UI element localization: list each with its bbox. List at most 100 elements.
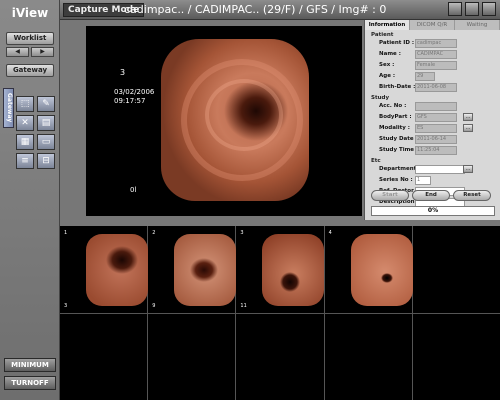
overlay-date: 03/02/2006 bbox=[114, 88, 155, 96]
monitor-icon[interactable]: ▭ bbox=[37, 134, 55, 150]
patient-id-label: Patient ID : bbox=[379, 40, 415, 46]
endoscopy-image bbox=[161, 39, 309, 201]
turnoff-button[interactable]: TURNOFF bbox=[4, 376, 56, 390]
name-row: Name : CADIMPAC bbox=[365, 49, 500, 60]
window-controls bbox=[448, 2, 496, 16]
study-time-field[interactable]: 11:25:04 bbox=[415, 146, 457, 155]
end-button[interactable]: End bbox=[412, 190, 450, 201]
thumbnail-image bbox=[350, 234, 413, 306]
thumbnail-image bbox=[174, 234, 237, 306]
tab-information[interactable]: Information bbox=[365, 20, 410, 30]
tab-dicom-qr[interactable]: DICOM Q/R bbox=[410, 20, 455, 30]
acc-no-row: Acc. No : bbox=[365, 101, 500, 112]
modality-more-button[interactable]: … bbox=[463, 124, 473, 132]
info-panel: Information DICOM Q/R Waiting Patient Pa… bbox=[364, 20, 500, 220]
body-part-row: BodyPart : GFS … bbox=[365, 112, 500, 123]
study-time-label: Study Time : bbox=[379, 147, 419, 153]
birth-date-field[interactable]: 2011-06-08 bbox=[415, 83, 457, 92]
worklist-nav: ◀ ▶ bbox=[6, 47, 54, 57]
worklist-button[interactable]: Worklist bbox=[6, 32, 54, 45]
birth-date-label: Birth-Date : bbox=[379, 84, 416, 90]
thumbnail-index: 3 bbox=[240, 230, 244, 236]
birth-date-row: Birth-Date : 2011-06-08 bbox=[365, 82, 500, 93]
start-button[interactable]: Start bbox=[371, 190, 409, 201]
name-field[interactable]: CADIMPAC bbox=[415, 50, 457, 59]
sex-label: Sex : bbox=[379, 62, 395, 68]
layout-single-icon[interactable] bbox=[448, 2, 462, 16]
app-window: iView Worklist ◀ ▶ Gateway Gateway ⬚ ✎ ✕… bbox=[0, 0, 500, 400]
body-part-more-button[interactable]: … bbox=[463, 113, 473, 121]
document-icon[interactable]: ▤ bbox=[37, 115, 55, 131]
tab-waiting[interactable]: Waiting bbox=[455, 20, 500, 30]
slider-icon[interactable]: ⊟ bbox=[37, 153, 55, 169]
layers-icon[interactable]: ≡ bbox=[16, 153, 34, 169]
study-date-label: Study Date : bbox=[379, 136, 418, 142]
left-sidebar: iView Worklist ◀ ▶ Gateway Gateway ⬚ ✎ ✕… bbox=[0, 0, 60, 400]
pen-tool-icon[interactable]: ✎ bbox=[37, 96, 55, 112]
empty-thumbnail-cell[interactable] bbox=[236, 314, 324, 400]
patient-id-field[interactable]: cadimpac bbox=[415, 39, 457, 48]
thumbnail-grid: 1 3 2 9 3 11 4 bbox=[60, 226, 500, 400]
progress-label: 0% bbox=[427, 207, 439, 214]
sex-select[interactable]: Female bbox=[415, 61, 457, 70]
age-label: Age : bbox=[379, 73, 396, 79]
name-label: Name : bbox=[379, 51, 401, 57]
prev-arrow-icon[interactable]: ◀ bbox=[6, 47, 29, 57]
gateway-tab[interactable]: Gateway bbox=[3, 88, 14, 128]
thumbnail-index: 2 bbox=[152, 230, 156, 236]
thumbnail-number: 9 bbox=[152, 303, 156, 309]
overlay-index: 3 bbox=[120, 68, 126, 77]
thumbnail-cell[interactable]: 4 bbox=[324, 226, 413, 313]
study-date-row: Study Date : 2011-06-14 bbox=[365, 134, 500, 145]
capture-progress: 0% bbox=[371, 206, 495, 216]
thumbnail-index: 1 bbox=[64, 230, 68, 236]
department-more-button[interactable]: … bbox=[463, 165, 473, 173]
thumbnail-cell[interactable]: 2 9 bbox=[148, 226, 237, 313]
overlay-marker: 0l bbox=[130, 186, 137, 194]
study-time-row: Study Time : 11:25:04 bbox=[365, 145, 500, 156]
thumbnail-number: 11 bbox=[240, 303, 247, 309]
app-logo: iView bbox=[11, 6, 49, 20]
series-no-field[interactable]: 1 bbox=[415, 176, 431, 185]
next-arrow-icon[interactable]: ▶ bbox=[31, 47, 54, 57]
header-bar: Capture Mode cadimpac.. / CADIMPAC.. (29… bbox=[60, 0, 500, 20]
gateway-button[interactable]: Gateway bbox=[6, 64, 54, 77]
empty-thumbnail-cell[interactable] bbox=[148, 314, 236, 400]
age-row: Age : 29 bbox=[365, 71, 500, 82]
minimum-button[interactable]: MINIMUM bbox=[4, 358, 56, 372]
thumbnail-image bbox=[86, 234, 148, 306]
reset-button[interactable]: Reset bbox=[453, 190, 491, 201]
series-no-label: Series No : bbox=[379, 177, 413, 183]
select-tool-icon[interactable]: ⬚ bbox=[16, 96, 34, 112]
sex-row: Sex : Female bbox=[365, 60, 500, 71]
thumbnail-image bbox=[262, 234, 325, 306]
department-select[interactable] bbox=[415, 165, 465, 174]
empty-thumbnail-cell[interactable] bbox=[412, 226, 500, 313]
thumbnail-cell[interactable]: 1 3 bbox=[60, 226, 148, 313]
delete-icon[interactable]: ✕ bbox=[16, 115, 34, 131]
study-date-field[interactable]: 2011-06-14 bbox=[415, 135, 457, 144]
thumbnail-number: 3 bbox=[64, 303, 68, 309]
layout-grid-icon[interactable] bbox=[482, 2, 496, 16]
modality-label: Modality : bbox=[379, 125, 410, 131]
body-part-label: BodyPart : bbox=[379, 114, 412, 120]
age-field[interactable]: 29 bbox=[415, 72, 435, 81]
overlay-time: 09:17:57 bbox=[114, 97, 146, 105]
layout-split-icon[interactable] bbox=[465, 2, 479, 16]
panel-tabs: Information DICOM Q/R Waiting bbox=[365, 20, 500, 30]
patient-id-row: Patient ID : cadimpac bbox=[365, 38, 500, 49]
empty-thumbnail-cell[interactable] bbox=[324, 314, 412, 400]
series-no-row: Series No : 1 bbox=[365, 175, 500, 186]
thumbnail-cell[interactable]: 3 11 bbox=[236, 226, 325, 313]
acc-no-label: Acc. No : bbox=[379, 103, 407, 109]
empty-thumbnail-cell[interactable] bbox=[412, 314, 500, 400]
modality-row: Modality : ES … bbox=[365, 123, 500, 134]
page-title: cadimpac.. / CADIMPAC.. (29/F) / GFS / I… bbox=[124, 3, 387, 16]
body-part-select[interactable]: GFS bbox=[415, 113, 457, 122]
department-row: Department : … bbox=[365, 164, 500, 175]
main-image-viewer[interactable]: 3 03/02/2006 09:17:57 0l bbox=[86, 26, 362, 216]
palette-icon[interactable]: ▦ bbox=[16, 134, 34, 150]
acc-no-field[interactable] bbox=[415, 102, 457, 111]
empty-thumbnail-cell[interactable] bbox=[60, 314, 148, 400]
modality-select[interactable]: ES bbox=[415, 124, 457, 133]
